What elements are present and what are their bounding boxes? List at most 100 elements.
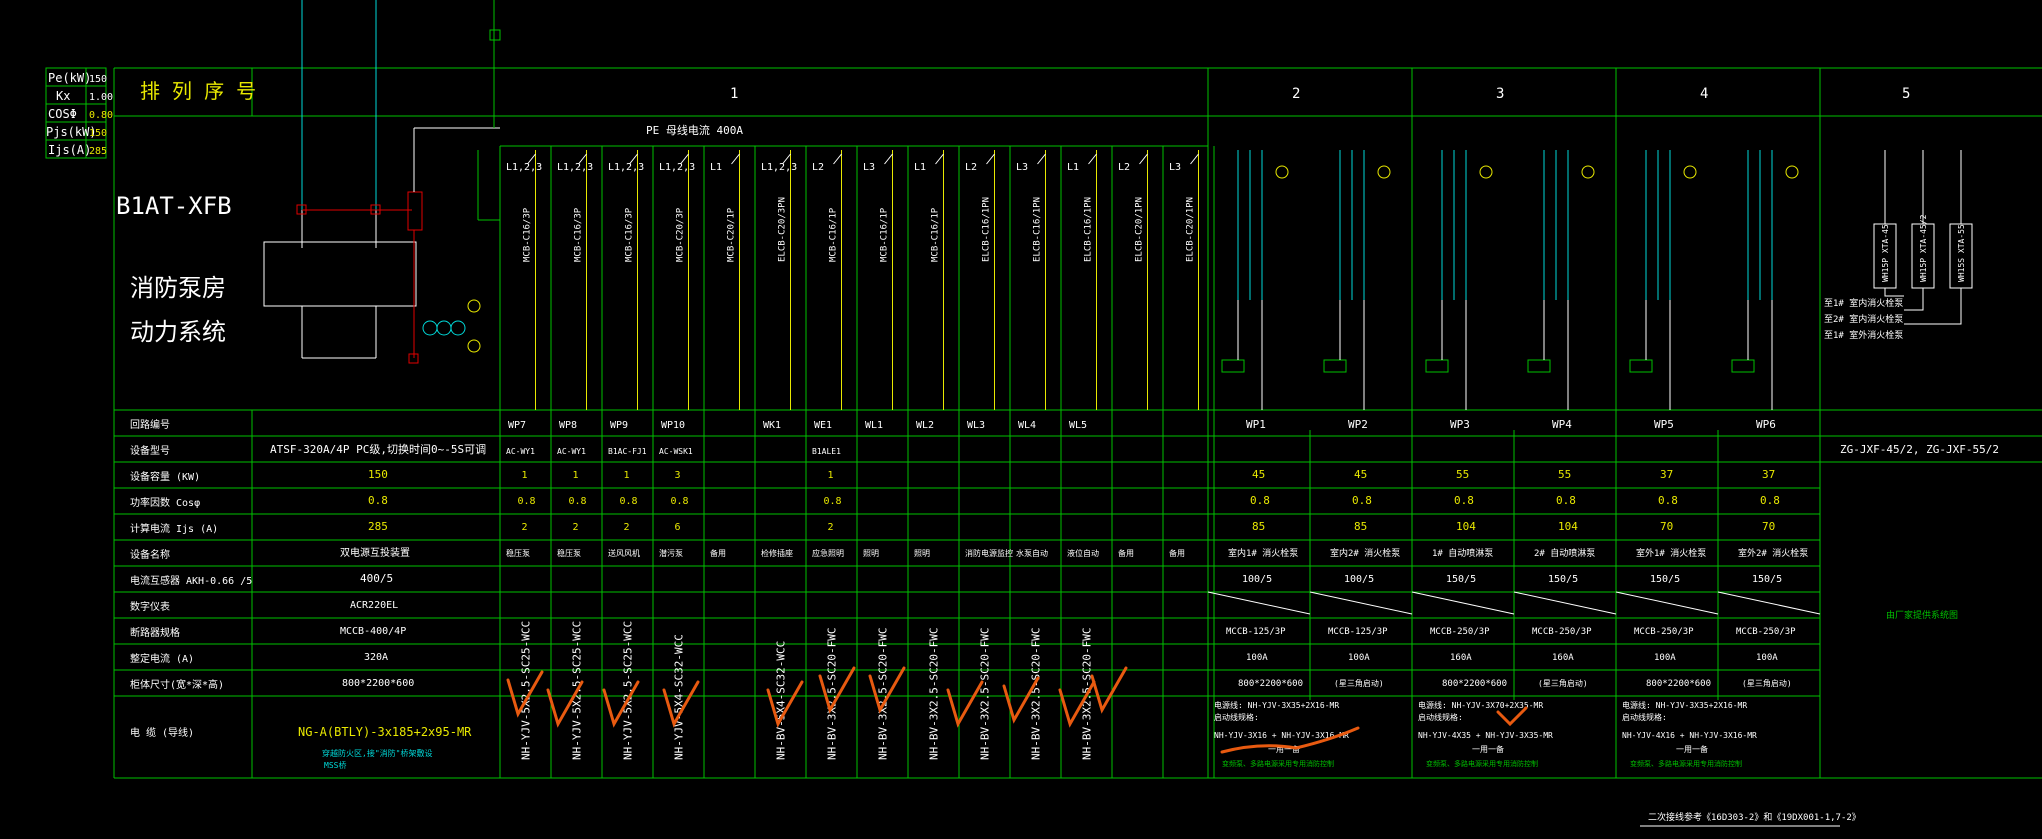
row-header: 设备容量 (KW) (130, 470, 200, 483)
ct-diagonal (1207, 591, 1311, 615)
feeder-cos: 0.8 (620, 496, 638, 507)
check-mark (946, 680, 984, 728)
pump-id: WP3 (1450, 418, 1470, 431)
check-mark (1090, 666, 1128, 714)
feeder-name: 照明 (914, 549, 930, 558)
pump-group-cable2: 启动线规格: (1418, 712, 1463, 722)
pump-kw: 45 (1354, 468, 1367, 481)
pump-kw: 55 (1558, 468, 1571, 481)
feeder-name: 液位自动 (1067, 548, 1099, 558)
pump-id: WP4 (1552, 418, 1572, 431)
feeder-cable: NH-BV-3X2.5-SC20-FWC (1030, 628, 1043, 760)
feeder-ijs: 6 (675, 522, 681, 533)
feeder-phase: L1,2,3 (557, 162, 593, 173)
feeder-breaker: ELCB-C20/3PN (778, 197, 788, 262)
feeder-cos: 0.8 (518, 496, 536, 507)
pump-cos: 0.8 (1556, 494, 1576, 507)
pump-group-cable2: 启动线规格: (1214, 712, 1259, 722)
feeder-kw: 1 (573, 470, 579, 481)
incoming-note2: MSS桥 (324, 760, 346, 770)
pump-group-size: 800*2200*600 (1238, 679, 1303, 689)
feeder-name: 应急照明 (812, 548, 844, 558)
feeder-cos: 0.8 (569, 496, 587, 507)
pump-setting: 160A (1552, 653, 1574, 663)
pump-ijs: 70 (1762, 520, 1775, 533)
feeder-phase: L2 (965, 162, 977, 173)
pump-group-size: 800*2200*600 (1646, 679, 1711, 689)
col5-note: 由厂家提供系统图 (1886, 609, 1958, 621)
pump-kw: 37 (1660, 468, 1673, 481)
feeder-kw: 1 (624, 470, 630, 481)
feeder-name: 水泵自动 (1016, 548, 1048, 558)
pump-group-note: (星三角启动) (1742, 678, 1792, 688)
contactor-icon (1425, 359, 1449, 373)
contactor-icon (1221, 359, 1245, 373)
system-name-line1: 消防泵房 (130, 274, 226, 302)
breaker-contact (935, 153, 944, 165)
pump-setting: 100A (1654, 653, 1676, 663)
feeder-model: AC-WSK1 (659, 447, 693, 456)
feeder-phase: L3 (1016, 162, 1028, 173)
pump-id: WP2 (1348, 418, 1368, 431)
feeder-cable: NH-BV-3X2.5-SC20-FWC (826, 628, 839, 760)
feeder-id: WL3 (967, 420, 985, 431)
feeder-id: WL2 (916, 420, 934, 431)
pump-group-cable4: 一用一备 (1472, 744, 1504, 754)
ammeter-icon (1581, 165, 1595, 179)
pump-ct: 150/5 (1548, 574, 1578, 585)
legend-kx-value: 1.00 (89, 92, 113, 103)
breaker-contact (1190, 153, 1199, 165)
legend-cos-value: 0.80 (89, 110, 113, 121)
column-number-5: 5 (1902, 86, 1910, 102)
pump-breaker: MCCB-125/3P (1328, 627, 1388, 637)
contactor-icon (1527, 359, 1551, 373)
legend-pe-label: Pe(kW) (48, 71, 91, 85)
legend-cos-label: COSΦ (48, 107, 77, 121)
pump-breaker: MCCB-250/3P (1634, 627, 1694, 637)
incoming-cable: NG-A(BTLY)-3x185+2x95-MR (298, 725, 472, 739)
feeder-id: WP7 (508, 420, 526, 431)
breaker-contact (833, 153, 842, 165)
check-mark (1496, 706, 1528, 727)
ammeter-icon (1479, 165, 1493, 179)
feeder-phase: L2 (812, 162, 824, 173)
row-header: 设备型号 (130, 444, 170, 457)
feeder-name: 消防电源监控 (965, 548, 1013, 558)
feeder-kw: 1 (828, 470, 834, 481)
row-header: 设备名称 (130, 548, 170, 561)
pump-name: 2# 自动喷淋泵 (1534, 547, 1595, 559)
feeder-name: 稳压泵 (557, 548, 581, 558)
breaker-contact (1088, 153, 1097, 165)
pump-ijs: 70 (1660, 520, 1673, 533)
incoming-ct: 400/5 (360, 572, 393, 585)
feeder-model: AC-WY1 (557, 447, 586, 456)
electrical-schematic: Pe(kW) 150 Kx 1.00 COSΦ 0.80 Pjs(kW) 150… (45, 0, 2042, 827)
pump-id: WP5 (1654, 418, 1674, 431)
column5-data: ZG-JXF-45/2, ZG-JXF-55/2 由厂家提供系统图 (1840, 443, 1999, 621)
pump-name: 室外1# 消火栓泵 (1636, 547, 1706, 559)
pump-group-cable5: 变频泵、多路电源采用专用消防控制 (1426, 759, 1538, 768)
pump-kw: 37 (1762, 468, 1775, 481)
pump-breaker: MCCB-250/3P (1532, 627, 1592, 637)
pump-setting: 100A (1246, 653, 1268, 663)
feeder-name: 照明 (863, 549, 879, 558)
pump-group-cable3: NH-YJV-4X16 + NH-YJV-3X16-MR (1622, 731, 1757, 740)
pump-setting: 100A (1348, 653, 1370, 663)
pump-cos: 0.8 (1658, 494, 1678, 507)
pump-name: 室外2# 消火栓泵 (1738, 547, 1808, 559)
pump-breaker: MCCB-250/3P (1430, 627, 1490, 637)
row-header: 整定电流 (A) (130, 652, 194, 665)
incoming-name: 双电源互投装置 (340, 546, 410, 559)
feeder-phase: L1,2,3 (608, 162, 644, 173)
column-number-1: 1 (730, 86, 738, 102)
pump-schematics (1221, 150, 1799, 410)
feeder-breaker: MCB-C16/1P (829, 207, 839, 262)
feeder-phase: L2 (1118, 162, 1130, 173)
legend-table: Pe(kW) 150 Kx 1.00 COSΦ 0.80 Pjs(kW) 150… (45, 67, 113, 159)
feeder-breaker: ELCB-C16/1PN (982, 197, 992, 262)
pump-breaker: MCCB-125/3P (1226, 627, 1286, 637)
ct-diagonal (1717, 591, 1821, 615)
pump-ct: 100/5 (1242, 574, 1272, 585)
feeder-phase: L1,2,3 (659, 162, 695, 173)
pump-cos: 0.8 (1454, 494, 1474, 507)
